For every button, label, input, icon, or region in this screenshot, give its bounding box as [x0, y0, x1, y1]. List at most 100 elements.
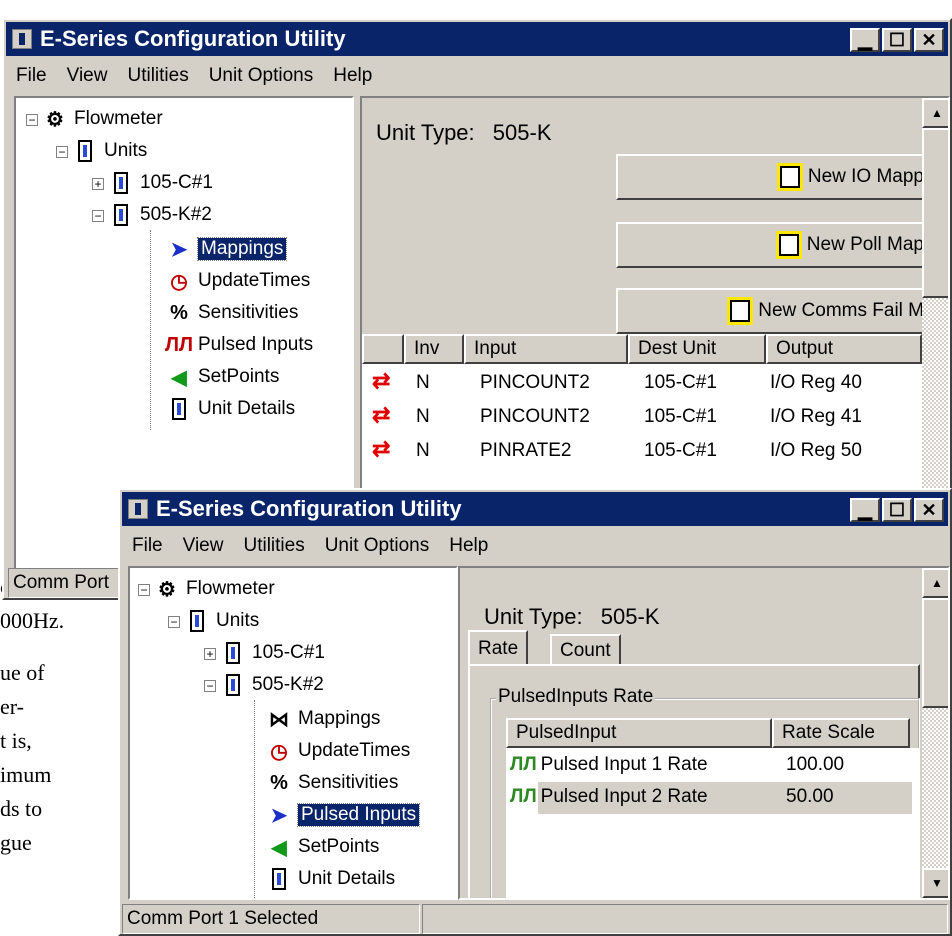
window-title: E-Series Configuration Utility	[156, 496, 462, 521]
close-button[interactable]: ✕	[914, 28, 944, 52]
expand-icon[interactable]: +	[204, 648, 216, 660]
minimize-button[interactable]: ▁	[850, 28, 880, 52]
new-document-icon	[730, 300, 751, 322]
scroll-down-button[interactable]: ▼	[922, 868, 948, 898]
unit-icon	[220, 672, 246, 698]
doc-line: t is,	[0, 728, 32, 753]
tree-node-sensitivities[interactable]: % Sensitivities	[266, 768, 398, 798]
column-header-dest-unit[interactable]: Dest Unit	[628, 334, 766, 364]
doc-line: ds to	[0, 796, 43, 821]
cell-inv: N	[416, 372, 430, 393]
tree-label: Pulsed Inputs	[198, 334, 314, 355]
setpoint-icon: ◀	[271, 836, 287, 859]
menu-help[interactable]: Help	[449, 535, 488, 557]
button-label: New IO Mapp	[807, 166, 924, 187]
clock-icon: ◷	[270, 740, 288, 763]
menu-view[interactable]: View	[183, 535, 224, 557]
menu-help[interactable]: Help	[333, 65, 372, 87]
unit-icon	[166, 396, 192, 422]
tree-label: Flowmeter	[186, 578, 275, 599]
tree-node-pulsed-inputs[interactable]: ЛЛ Pulsed Inputs	[165, 330, 314, 360]
menu-unit-options[interactable]: Unit Options	[209, 65, 314, 87]
scroll-thumb[interactable]	[922, 598, 948, 708]
column-header-output[interactable]: Output	[766, 334, 922, 364]
window-title: E-Series Configuration Utility	[40, 26, 346, 51]
column-header[interactable]	[362, 334, 404, 364]
vertical-scrollbar[interactable]: ▲ ▼	[922, 568, 948, 898]
scroll-up-button[interactable]: ▲	[922, 98, 948, 128]
column-header-inv[interactable]: Inv	[404, 334, 464, 364]
collapse-icon[interactable]: −	[168, 616, 180, 628]
title-bar[interactable]: E-Series Configuration Utility ▁ ☐ ✕	[122, 492, 948, 526]
title-bar[interactable]: E-Series Configuration Utility ▁ ☐ ✕	[6, 22, 948, 56]
tree-label: Mappings	[196, 237, 288, 261]
tree-node-flowmeter[interactable]: ⚙ Flowmeter	[154, 574, 275, 604]
collapse-icon[interactable]: −	[26, 114, 38, 126]
maximize-button[interactable]: ☐	[882, 498, 912, 522]
swap-arrows-icon: ⇄	[372, 402, 391, 427]
collapse-icon[interactable]: −	[204, 680, 216, 692]
percent-icon: %	[170, 301, 188, 324]
collapse-icon[interactable]: −	[92, 210, 104, 222]
tree-view[interactable]: − ⚙ Flowmeter − Units + 105-C#1 − 505-K#2…	[128, 566, 458, 900]
app-icon	[12, 29, 32, 49]
menu-file[interactable]: File	[16, 65, 47, 87]
tree-label: Flowmeter	[74, 108, 163, 129]
pulsed-inputs-panel: Unit Type: 505-K Rate Count PulsedInputs…	[458, 566, 950, 900]
tree-node-mappings[interactable]: ⋈ Mappings	[266, 704, 380, 734]
tree-label: Units	[216, 610, 260, 631]
tree-node-units[interactable]: Units	[72, 136, 147, 166]
menu-unit-options[interactable]: Unit Options	[325, 535, 430, 557]
collapse-icon[interactable]: −	[56, 146, 68, 158]
unit-type-value: 505-K	[492, 120, 552, 145]
menu-utilities[interactable]: Utilities	[243, 535, 304, 557]
tree-label: SetPoints	[298, 836, 380, 857]
expand-icon[interactable]: +	[92, 178, 104, 190]
tab-rate[interactable]: Rate	[468, 630, 529, 666]
tree-node-sensitivities[interactable]: % Sensitivities	[166, 298, 298, 328]
tree-node-flowmeter[interactable]: ⚙ Flowmeter	[42, 104, 163, 134]
clock-icon: ◷	[170, 270, 188, 293]
cell-output: I/O Reg 41	[770, 406, 862, 427]
close-button[interactable]: ✕	[914, 498, 944, 522]
tree-node-unit-105[interactable]: 105-C#1	[108, 168, 213, 198]
tree-node-unit-details[interactable]: Unit Details	[266, 864, 395, 894]
tree-node-unit-details[interactable]: Unit Details	[166, 394, 295, 424]
scroll-up-button[interactable]: ▲	[922, 568, 948, 598]
pulse-icon: ЛЛ	[510, 786, 537, 807]
column-header-pulsed-input[interactable]: PulsedInput	[506, 718, 772, 748]
scroll-thumb[interactable]	[922, 128, 948, 298]
status-bar: Comm Port 1 Selected	[122, 904, 420, 934]
tree-node-updatetimes[interactable]: ◷ UpdateTimes	[166, 266, 310, 296]
column-header-input[interactable]: Input	[464, 334, 628, 364]
new-poll-mapping-button[interactable]: New Poll Map	[616, 222, 926, 268]
tree-node-mappings[interactable]: ➤ Mappings	[166, 234, 288, 264]
tree-node-unit-105[interactable]: 105-C#1	[220, 638, 325, 668]
collapse-icon[interactable]: −	[138, 584, 150, 596]
tree-node-setpoints[interactable]: ◀ SetPoints	[166, 362, 279, 392]
tree-node-updatetimes[interactable]: ◷ UpdateTimes	[266, 736, 410, 766]
new-comms-fail-mapping-button[interactable]: New Comms Fail M	[616, 288, 926, 334]
tree-node-pulsed-inputs[interactable]: ➤ Pulsed Inputs	[266, 800, 421, 830]
new-io-mapping-button[interactable]: New IO Mapp	[616, 154, 926, 200]
status-text: Comm Port 1 Selected	[127, 908, 319, 929]
doc-line: 000Hz.	[0, 608, 65, 633]
cell-input: PINCOUNT2	[480, 372, 590, 393]
unit-type-value: 505-K	[600, 604, 660, 629]
maximize-button[interactable]: ☐	[882, 28, 912, 52]
minimize-button[interactable]: ▁	[850, 498, 880, 522]
cell-dest-unit: 105-C#1	[644, 406, 717, 427]
tree-node-units[interactable]: Units	[184, 606, 259, 636]
pulsed-input-row-label: ЛЛ Pulsed Input 2 Rate	[510, 786, 708, 808]
column-header-rate-scale[interactable]: Rate Scale	[772, 718, 910, 748]
tree-node-unit-505[interactable]: 505-K#2	[108, 200, 212, 230]
menu-utilities[interactable]: Utilities	[127, 65, 188, 87]
app-icon	[128, 499, 148, 519]
tab-count[interactable]: Count	[550, 634, 621, 666]
tree-node-unit-505[interactable]: 505-K#2	[220, 670, 324, 700]
unit-icon	[220, 640, 246, 666]
menu-view[interactable]: View	[67, 65, 108, 87]
gears-icon: ⚙	[158, 578, 176, 601]
menu-file[interactable]: File	[132, 535, 163, 557]
tree-node-setpoints[interactable]: ◀ SetPoints	[266, 832, 379, 862]
